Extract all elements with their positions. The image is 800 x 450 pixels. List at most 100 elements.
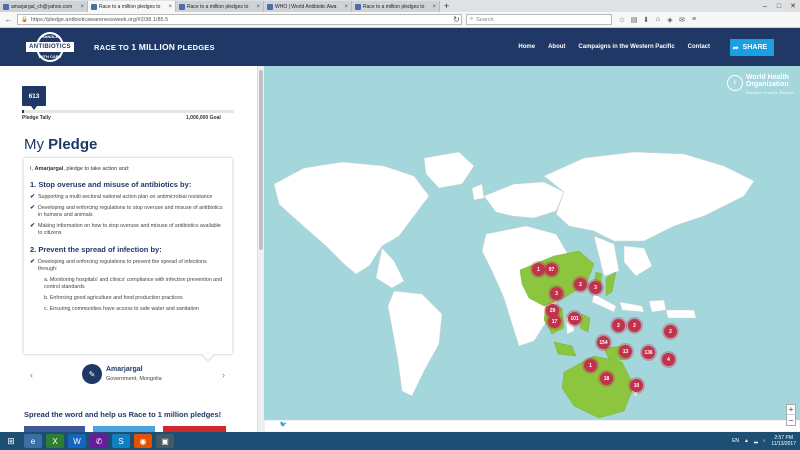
system-tray: EN ▲ ▂ ♪ 2:57 PM 11/13/2017 xyxy=(732,432,796,450)
reading-list-icon[interactable]: ▤ xyxy=(628,16,640,24)
pledge-heading: My Pledge xyxy=(24,136,98,153)
zoom-in-button[interactable]: + xyxy=(787,405,795,415)
map-marker[interactable]: 4 xyxy=(662,353,675,366)
zoom-out-button[interactable]: − xyxy=(787,415,795,425)
check-icon: ✔ xyxy=(30,205,36,211)
tally-label: Pledge Tally xyxy=(22,115,51,121)
explorer-icon[interactable]: ▣ xyxy=(156,434,174,448)
menu-icon[interactable]: ≡ xyxy=(688,16,700,24)
tally-progress-bar xyxy=(22,110,234,113)
wechat-icon[interactable]: ◎ xyxy=(295,421,300,428)
map-marker[interactable]: 2 xyxy=(574,278,587,291)
map-marker[interactable]: 18 xyxy=(600,372,613,385)
address-bar[interactable]: 🔒 https://pledge.antibioticawarenessweek… xyxy=(17,14,462,25)
close-tab-icon[interactable]: × xyxy=(256,4,260,10)
close-tab-icon[interactable]: × xyxy=(432,4,436,10)
tray-arrow-icon[interactable]: ▲ xyxy=(744,438,749,444)
skype-icon[interactable]: S xyxy=(112,434,130,448)
site-favicon-icon xyxy=(91,3,97,10)
map-marker[interactable]: 136 xyxy=(642,346,655,359)
ie-icon[interactable]: e xyxy=(24,434,42,448)
close-tab-icon[interactable]: × xyxy=(80,4,84,10)
nav-home[interactable]: Home xyxy=(518,44,535,50)
pledge-card: I, Amarjargal, pledge to take action and… xyxy=(24,158,232,354)
map-marker[interactable]: 2 xyxy=(628,319,641,332)
star-icon[interactable]: ☆ xyxy=(616,16,628,24)
map-canvas xyxy=(264,151,800,432)
who-logo[interactable]: ⚕ World Health Organization Western Paci… xyxy=(726,74,794,95)
browser-tab[interactable]: amarjargal_ch@yahoo.com × xyxy=(0,1,88,12)
map-marker[interactable]: 97 xyxy=(545,263,558,276)
check-icon: ✔ xyxy=(30,223,36,229)
map-marker[interactable]: 3 xyxy=(550,287,563,300)
goal-label: 1,000,000 Goal xyxy=(186,115,221,121)
firefox-icon[interactable]: ◉ xyxy=(134,434,152,448)
map-marker[interactable]: 2 xyxy=(664,325,677,338)
who-favicon-icon xyxy=(267,3,273,10)
maximize-icon[interactable]: □ xyxy=(772,0,786,12)
close-window-icon[interactable]: ✕ xyxy=(786,0,800,12)
lock-icon: 🔒 xyxy=(21,16,28,23)
home-icon[interactable]: ⌂ xyxy=(652,16,664,24)
volume-icon[interactable]: ♪ xyxy=(763,438,766,444)
browser-tab[interactable]: Race to a million pledges to × xyxy=(176,1,264,12)
pocket-icon[interactable]: ◈ xyxy=(664,16,676,24)
map-marker[interactable]: 101 xyxy=(568,312,581,325)
pledge-panel: 613 Pledge Tally 1,000,000 Goal My Pledg… xyxy=(0,66,257,432)
browser-tab[interactable]: WHO | World Antibiotic Awa × xyxy=(264,1,352,12)
back-arrow-icon[interactable]: ← xyxy=(3,14,14,25)
site-favicon-icon xyxy=(355,3,361,10)
tally-count-badge: 613 xyxy=(22,86,46,110)
zoom-control: + − xyxy=(786,404,796,426)
map-marker[interactable]: 13 xyxy=(619,345,632,358)
network-icon[interactable]: ▂ xyxy=(754,438,758,444)
copyright-text: © WPRO 2017 · All Rights Reserved xyxy=(308,422,374,427)
map-marker[interactable]: 1 xyxy=(532,263,545,276)
browser-search-box[interactable]: ⌕ Search xyxy=(466,14,612,25)
panel-scrollbar[interactable] xyxy=(257,66,264,432)
facebook-icon[interactable]: f xyxy=(270,422,272,428)
browser-tab-active[interactable]: Race to a million pledges to × xyxy=(88,1,176,12)
yahoo-favicon-icon xyxy=(3,3,9,10)
clock[interactable]: 2:57 PM 11/13/2017 xyxy=(771,435,796,447)
browser-tab[interactable]: Race to a million pledges to × xyxy=(352,1,440,12)
map-marker[interactable]: 10 xyxy=(630,379,643,392)
map-marker[interactable]: 17 xyxy=(548,315,561,328)
toolbar-icons: ☆ ▤ ⬇ ⌂ ◈ ✉ ≡ xyxy=(616,16,700,24)
map-marker[interactable]: 2 xyxy=(612,319,625,332)
start-button-icon[interactable]: ⊞ xyxy=(0,432,22,450)
map-marker[interactable]: 154 xyxy=(597,336,610,349)
language-indicator[interactable]: EN xyxy=(732,438,739,444)
map-marker[interactable]: 1 xyxy=(584,359,597,372)
nav-contact[interactable]: Contact xyxy=(688,44,710,50)
previous-profile-arrow-icon[interactable]: ‹ xyxy=(30,370,33,380)
nav-campaigns[interactable]: Campaigns in the Western Pacific xyxy=(578,44,674,50)
share-button[interactable]: ➦ SHARE xyxy=(730,39,774,56)
pledge-item: ✔ Supporting a multi-sectoral national ac… xyxy=(30,194,213,200)
extension-icon[interactable]: ✉ xyxy=(676,16,688,24)
browser-tab-strip: amarjargal_ch@yahoo.com × Race to a milli… xyxy=(0,0,800,12)
main-nav: Home About Campaigns in the Western Paci… xyxy=(505,28,710,66)
close-tab-icon[interactable]: × xyxy=(168,4,172,10)
viber-icon[interactable]: ✆ xyxy=(90,434,108,448)
map-marker[interactable]: 3 xyxy=(589,281,602,294)
spread-heading: Spread the word and help us Race to 1 mi… xyxy=(24,410,222,419)
share-arrow-icon: ➦ xyxy=(732,44,739,52)
download-icon[interactable]: ⬇ xyxy=(640,16,652,24)
map-footer: f 🐦 ◎ © WPRO 2017 · All Rights Reserved … xyxy=(270,421,441,429)
pencil-avatar-icon: ✎ xyxy=(82,364,102,384)
excel-icon[interactable]: X xyxy=(46,434,64,448)
campaign-logo[interactable]: HANDLE ANTIBIOTICS WITH CARE xyxy=(26,32,74,62)
reload-icon[interactable]: ↻ xyxy=(451,14,462,25)
close-tab-icon[interactable]: × xyxy=(344,4,348,10)
privacy-link[interactable]: Privacy Policy xyxy=(381,422,406,427)
minimize-icon[interactable]: – xyxy=(758,0,772,12)
word-icon[interactable]: W xyxy=(68,434,86,448)
disclaimer-link[interactable]: Disclaimer xyxy=(414,422,433,427)
new-tab-button[interactable]: + xyxy=(444,1,449,12)
world-map[interactable]: ⚕ World Health Organization Western Paci… xyxy=(264,66,800,432)
twitter-icon[interactable]: 🐦 xyxy=(280,421,287,428)
next-profile-arrow-icon[interactable]: › xyxy=(222,370,225,380)
nav-about[interactable]: About xyxy=(548,44,565,50)
pledge-subitem: b. Enforcing good agriculture and food p… xyxy=(44,295,183,301)
